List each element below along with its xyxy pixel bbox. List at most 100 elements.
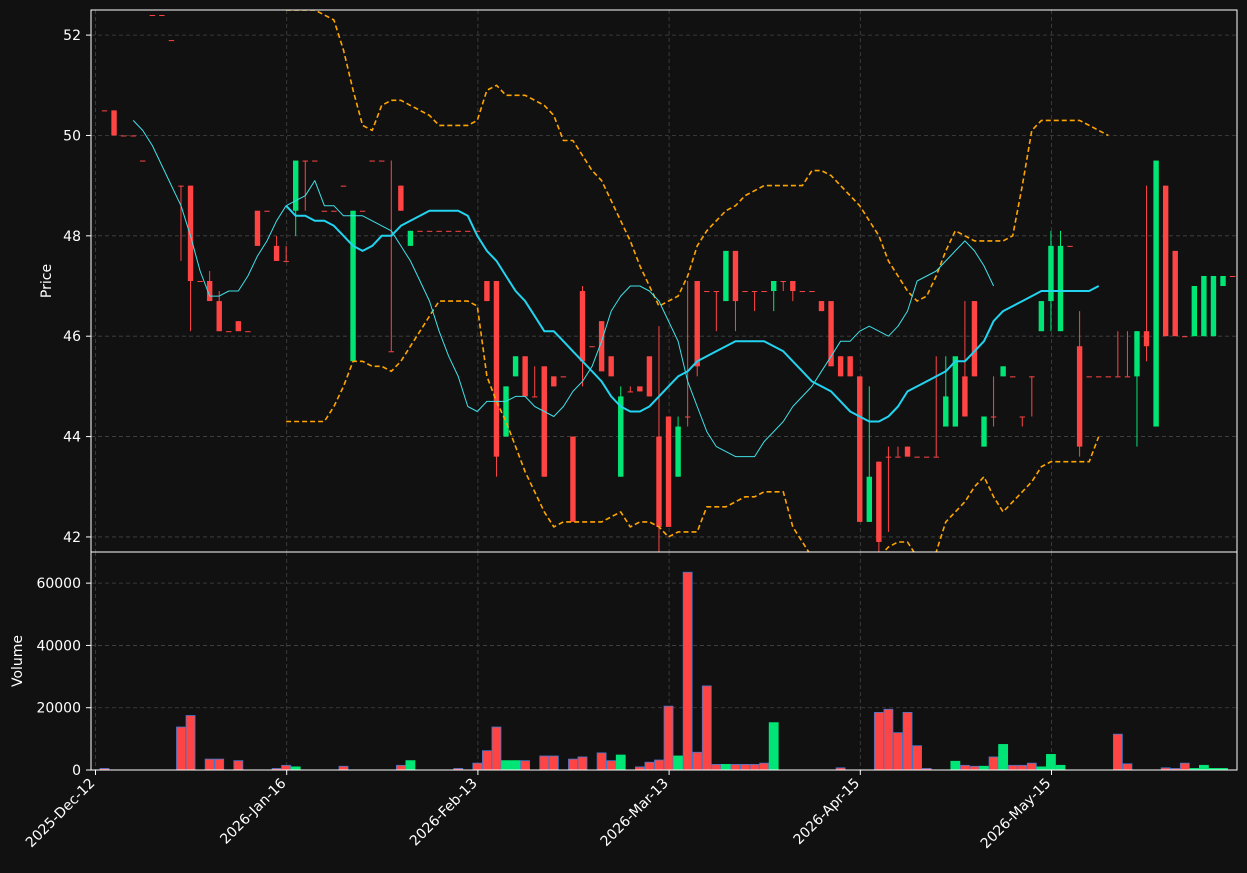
candle-body — [398, 185, 404, 211]
volume-tick-label: 60000 — [36, 576, 81, 592]
volume-bar — [510, 760, 521, 770]
volume-bar — [969, 765, 980, 770]
volume-bar — [548, 755, 559, 770]
volume-bar — [1026, 762, 1037, 770]
candle-body — [140, 160, 146, 162]
volume-axis-ticks: 0 20000 40000 60000 — [36, 576, 91, 779]
candlestick-chart: 42 44 46 48 50 52 0 20000 40000 60000 2025-Dec-1… — [10, 9, 1238, 852]
candle-body — [570, 436, 576, 522]
volume-tick-label: 0 — [72, 763, 81, 779]
volume-bar — [481, 750, 492, 770]
candle-body — [321, 210, 328, 212]
candle-body — [780, 281, 786, 282]
candle-body — [522, 356, 528, 397]
candle-body — [1134, 331, 1140, 377]
candle-body — [216, 301, 222, 332]
candle-body — [646, 356, 653, 397]
volume-bar — [663, 705, 674, 770]
volume-bar — [1122, 763, 1133, 770]
candle-body — [761, 291, 767, 293]
candle-body — [895, 456, 901, 458]
candle-body — [512, 356, 519, 377]
date-tick-label: 2026-Apr-15 — [791, 776, 864, 849]
candle-body — [885, 456, 892, 458]
date-tick-label: 2026-Jan-16 — [217, 775, 289, 847]
price-tick-label: 52 — [63, 28, 81, 44]
volume-bar — [768, 722, 779, 770]
candle-body — [627, 391, 633, 393]
volume-bar — [654, 759, 664, 770]
volume-bar — [692, 751, 703, 770]
date-tick-label: 2026-Feb-13 — [407, 776, 481, 850]
volume-axis-label: Volume — [10, 635, 26, 687]
candle-body — [1124, 376, 1131, 378]
volume-bar — [501, 760, 511, 770]
candle-body — [751, 291, 758, 293]
candle-body — [379, 160, 385, 162]
volume-bar — [472, 762, 483, 770]
candle-body — [359, 210, 366, 212]
candle-body — [723, 250, 729, 302]
candle-body — [493, 281, 500, 457]
candle-body — [187, 185, 194, 281]
volume-bar — [673, 755, 683, 770]
volume-bar — [338, 765, 349, 770]
volume-bar — [912, 745, 922, 770]
volume-bar — [185, 715, 196, 770]
candle-body — [149, 15, 155, 17]
volume-series — [99, 571, 1228, 770]
candle-body — [1067, 245, 1073, 247]
candle-body — [235, 321, 242, 332]
volume-bar — [233, 760, 244, 770]
candle-body — [675, 426, 681, 477]
candle-body — [943, 396, 949, 427]
price-panel-frame — [90, 9, 1238, 553]
candle-body — [254, 210, 261, 246]
candle-body — [331, 210, 337, 212]
candle-body — [742, 291, 748, 293]
candle-body — [990, 416, 997, 418]
candle-body — [1086, 376, 1092, 378]
ma-fast-line — [132, 120, 995, 458]
candle-body — [579, 291, 586, 362]
candle-body — [1191, 286, 1198, 337]
volume-tick-label: 20000 — [36, 701, 81, 717]
volume-bar — [539, 755, 550, 770]
candle-body — [1153, 160, 1159, 427]
candle-body — [1172, 250, 1178, 337]
candle-body — [952, 356, 959, 427]
candle-body — [589, 346, 595, 348]
candle-body — [503, 386, 509, 437]
candle-body — [426, 230, 433, 232]
price-axis-ticks: 42 44 46 48 50 52 — [63, 28, 91, 546]
candle-body — [445, 230, 452, 232]
candle-body — [302, 160, 308, 162]
volume-bar — [883, 708, 894, 770]
candle-body — [684, 416, 691, 418]
candle-body — [971, 301, 978, 377]
candle-body — [608, 356, 614, 377]
candle-body — [904, 446, 911, 457]
volume-bar — [1112, 733, 1123, 770]
volume-bar — [998, 744, 1009, 770]
candle-body — [226, 331, 232, 333]
volume-bar — [721, 763, 731, 770]
volume-bar — [1046, 754, 1056, 770]
volume-bar — [644, 761, 655, 770]
bollinger-upper-line — [286, 10, 1109, 307]
volume-bar — [960, 764, 970, 770]
candle-body — [178, 185, 184, 187]
candle-body — [551, 376, 557, 387]
volume-bar — [988, 756, 999, 770]
candle-body — [560, 376, 567, 378]
date-tick-label: 2025-Dec-12 — [23, 776, 98, 851]
candle-body — [1229, 275, 1236, 277]
candle-body — [120, 135, 127, 137]
volume-tick-label: 40000 — [36, 638, 81, 654]
date-axis-ticks: 2025-Dec-12 2026-Jan-16 2026-Feb-13 2026-Ma… — [23, 770, 1054, 852]
candle-body — [713, 291, 720, 293]
candle-body — [1162, 185, 1169, 337]
volume-bar — [701, 685, 712, 770]
volume-bar — [615, 754, 626, 770]
volume-bar — [204, 758, 215, 770]
